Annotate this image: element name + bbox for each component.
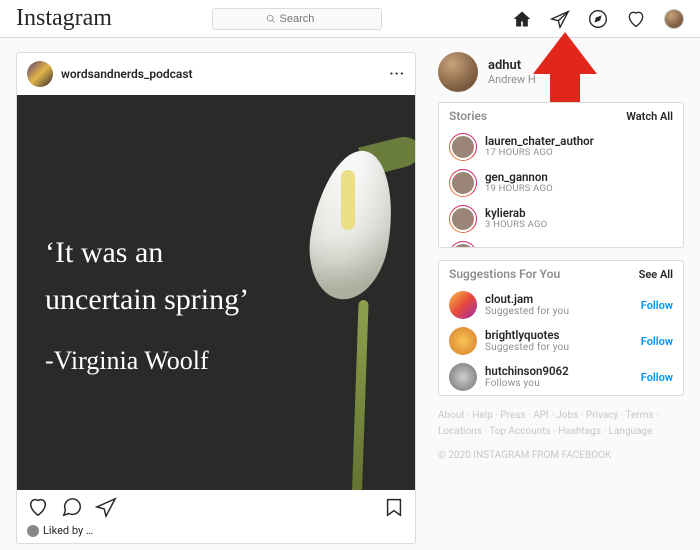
current-user-username: adhut <box>488 58 536 73</box>
suggestion-item: hutchinson9062Follows you Follow <box>439 359 683 395</box>
suggestion-avatar[interactable] <box>449 363 477 391</box>
post-author-avatar[interactable] <box>27 61 53 87</box>
suggestion-item: clout.jamSuggested for you Follow <box>439 287 683 323</box>
liked-by[interactable]: Liked by … <box>17 524 415 543</box>
stories-title: Stories <box>449 109 487 123</box>
post-quote-text: ‘It was an uncertain spring’ -Virginia W… <box>45 230 249 381</box>
suggestion-reason: Suggested for you <box>485 306 569 318</box>
footer-link[interactable]: Privacy <box>586 410 618 421</box>
suggestions-panel: Suggestions For You See All clout.jamSug… <box>438 260 684 396</box>
suggestion-avatar[interactable] <box>449 291 477 319</box>
quote-attribution: -Virginia Woolf <box>45 341 249 381</box>
suggestion-username[interactable]: clout.jam <box>485 293 569 306</box>
liked-text: Liked by … <box>43 524 93 537</box>
suggestions-title: Suggestions For You <box>449 267 560 281</box>
story-time: 19 HOURS AGO <box>485 184 553 195</box>
story-item[interactable]: lauren_chater_author17 HOURS AGO <box>439 129 683 165</box>
suggestion-username[interactable]: hutchinson9062 <box>485 365 569 378</box>
footer: About · Help · Press · API · Jobs · Priv… <box>438 408 684 464</box>
footer-link[interactable]: Press <box>500 410 525 421</box>
search-input[interactable] <box>212 8 382 30</box>
story-time: 17 HOURS AGO <box>485 148 594 159</box>
current-user-fullname: Andrew H <box>488 73 536 86</box>
liked-avatar-icon <box>27 525 39 537</box>
footer-link[interactable]: Terms <box>626 410 654 421</box>
story-item[interactable]: chrissoc <box>439 237 683 247</box>
see-all-link[interactable]: See All <box>639 268 673 281</box>
follow-button[interactable]: Follow <box>641 335 673 348</box>
follow-button[interactable]: Follow <box>641 371 673 384</box>
footer-link[interactable]: API <box>533 410 549 421</box>
stories-list[interactable]: lauren_chater_author17 HOURS AGO gen_gan… <box>439 129 683 247</box>
suggestion-avatar[interactable] <box>449 327 477 355</box>
suggestion-reason: Suggested for you <box>485 342 569 354</box>
post-more-icon[interactable]: ··· <box>389 66 405 82</box>
nav-icons <box>512 9 684 29</box>
suggestion-username[interactable]: brightlyquotes <box>485 329 569 342</box>
post-image[interactable]: ‘It was an uncertain spring’ -Virginia W… <box>17 95 415 490</box>
home-icon[interactable] <box>512 9 532 29</box>
suggestion-item: brightlyquotesSuggested for you Follow <box>439 323 683 359</box>
top-nav: Instagram <box>0 0 700 38</box>
follow-button[interactable]: Follow <box>641 299 673 312</box>
comment-icon[interactable] <box>61 496 83 522</box>
messenger-icon[interactable] <box>550 9 570 29</box>
current-user[interactable]: adhut Andrew H <box>438 52 684 92</box>
search-container <box>212 8 382 30</box>
save-icon[interactable] <box>383 496 405 522</box>
quote-line-1: ‘It was an <box>45 230 249 277</box>
footer-link[interactable]: Top Accounts <box>489 426 550 437</box>
watch-all-link[interactable]: Watch All <box>626 110 673 123</box>
explore-icon[interactable] <box>588 9 608 29</box>
footer-link[interactable]: Language <box>609 426 653 437</box>
footer-link[interactable]: Help <box>472 410 492 421</box>
suggestion-reason: Follows you <box>485 378 569 390</box>
share-icon[interactable] <box>95 496 117 522</box>
footer-link[interactable]: Jobs <box>556 410 578 421</box>
post-actions <box>17 490 415 524</box>
flower-graphic <box>313 150 391 300</box>
brand-logo[interactable]: Instagram <box>16 5 152 32</box>
story-time: 3 HOURS AGO <box>485 220 547 231</box>
footer-link[interactable]: Locations <box>438 426 482 437</box>
footer-links: About · Help · Press · API · Jobs · Priv… <box>438 410 659 437</box>
footer-link[interactable]: About <box>438 410 465 421</box>
post-author-username[interactable]: wordsandnerds_podcast <box>61 67 193 81</box>
activity-icon[interactable] <box>626 9 646 29</box>
story-item[interactable]: gen_gannon19 HOURS AGO <box>439 165 683 201</box>
quote-line-2: uncertain spring’ <box>45 277 249 324</box>
stories-panel: Stories Watch All lauren_chater_author17… <box>438 102 684 248</box>
like-icon[interactable] <box>27 496 49 522</box>
post-card: wordsandnerds_podcast ··· ‘It was an unc… <box>16 52 416 544</box>
footer-link[interactable]: Hashtags <box>558 426 601 437</box>
post-header: wordsandnerds_podcast ··· <box>17 53 415 95</box>
current-user-avatar[interactable] <box>438 52 478 92</box>
story-item[interactable]: kylierab3 HOURS AGO <box>439 201 683 237</box>
footer-copyright: © 2020 INSTAGRAM FROM FACEBOOK <box>438 448 684 464</box>
profile-avatar[interactable] <box>664 9 684 29</box>
suggestions-list: clout.jamSuggested for you Follow bright… <box>439 287 683 395</box>
